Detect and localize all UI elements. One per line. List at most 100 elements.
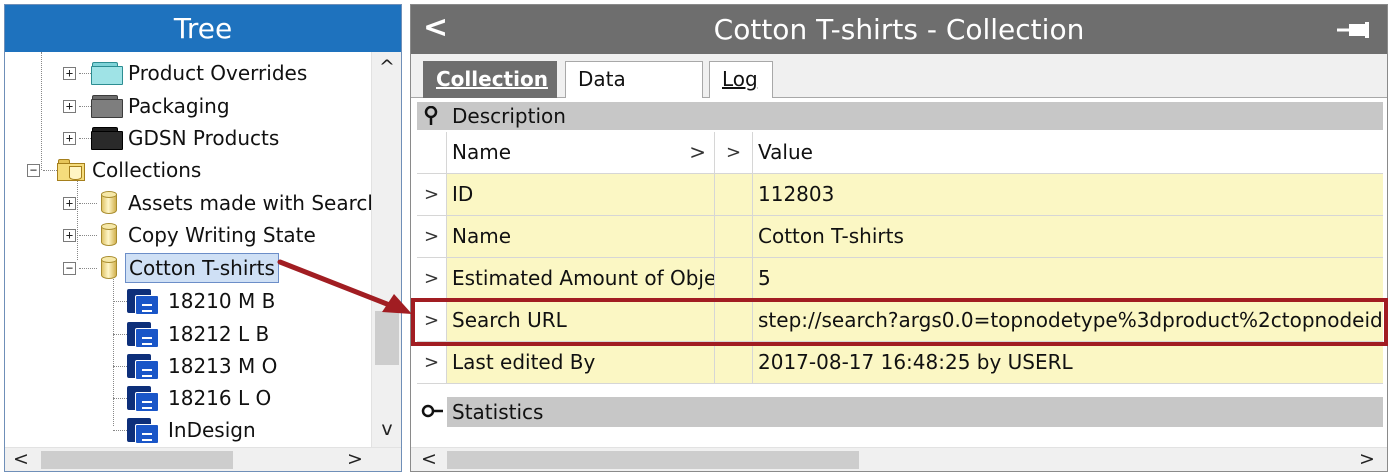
tree-connector-line — [113, 430, 127, 431]
tree-node-packaging[interactable]: Packaging — [91, 91, 233, 121]
tree-view[interactable]: + Product Overrides + Packaging + GDSN P… — [5, 52, 371, 447]
scroll-down-icon[interactable]: v — [372, 418, 402, 440]
row-separator-cell — [715, 258, 753, 299]
tree-node-label: Copy Writing State — [128, 223, 316, 247]
tree-vertical-scrollbar[interactable]: ^ v — [371, 52, 401, 447]
scroll-left-icon[interactable]: < — [11, 448, 31, 470]
tree-node-product[interactable]: 18213 M O — [127, 351, 280, 381]
scroll-right-icon[interactable]: > — [1357, 448, 1377, 470]
pin-icon[interactable] — [1337, 22, 1373, 38]
folder-black-icon — [91, 126, 123, 150]
tree-connector-line — [79, 73, 91, 74]
product-icon — [127, 416, 159, 444]
table-row[interactable]: > Last edited By 2017-08-17 16:48:25 by … — [417, 342, 1383, 384]
panel-title: Cotton T-shirts - Collection — [713, 13, 1085, 46]
property-value[interactable]: 5 — [753, 258, 1383, 299]
tree-node-label: 18216 L O — [168, 386, 272, 410]
column-header-label: Name — [452, 140, 512, 164]
column-sort-chevron-icon[interactable]: > — [689, 132, 706, 173]
tree-node-copy-writing-state[interactable]: Copy Writing State — [93, 220, 319, 250]
collapse-toggle-minus-icon[interactable]: − — [63, 262, 76, 275]
property-name: Estimated Amount of Obje... — [447, 258, 715, 299]
property-name: Search URL — [447, 300, 715, 341]
expand-toggle-plus-icon[interactable]: + — [63, 100, 76, 113]
table-row-search-url[interactable]: > Search URL step://search?args0.0=topno… — [417, 300, 1383, 342]
expand-toggle-plus-icon[interactable]: + — [63, 67, 76, 80]
folder-teal-icon — [91, 61, 123, 85]
pin-marker-icon — [424, 106, 438, 125]
row-expand-chevron-icon[interactable]: > — [417, 258, 447, 299]
tree-node-label: Product Overrides — [128, 61, 308, 85]
expand-toggle-plus-icon[interactable]: + — [63, 132, 76, 145]
table-row[interactable]: > Estimated Amount of Obje... 5 — [417, 258, 1383, 300]
collapsed-pin-icon — [421, 404, 443, 418]
tree-connector-line — [113, 398, 127, 399]
tree-node-label: Assets made with Search — [128, 191, 371, 215]
section-title: Statistics — [452, 400, 544, 424]
row-separator-cell — [715, 342, 753, 383]
tree-node-collections[interactable]: Collections — [57, 155, 204, 185]
tree-node-label: InDesign — [168, 418, 256, 442]
folder-gray-icon — [91, 94, 123, 118]
tab-bar: Collection Data Profile Log — [411, 54, 1387, 125]
property-name: ID — [447, 174, 715, 215]
tree-connector-line — [113, 366, 127, 367]
tab-log[interactable]: Log — [709, 61, 773, 98]
tree-node-gdsn-products[interactable]: GDSN Products — [91, 123, 282, 153]
property-value[interactable]: step://search?args0.0=topnodetype%3dprod… — [753, 300, 1383, 341]
collection-editor-panel: < Cotton T-shirts - Collection Collectio… — [410, 4, 1388, 472]
row-separator-cell — [715, 174, 753, 215]
scroll-thumb[interactable] — [447, 451, 859, 469]
tree-connector-line — [79, 106, 91, 107]
tree-horizontal-scrollbar[interactable]: < > — [5, 447, 401, 471]
row-expand-chevron-icon[interactable]: > — [417, 174, 447, 215]
collection-cylinder-icon — [97, 254, 121, 282]
expand-toggle-plus-icon[interactable]: + — [63, 197, 76, 210]
panel-horizontal-scrollbar[interactable]: < > — [411, 447, 1387, 471]
description-section-header[interactable]: Description — [417, 102, 1383, 130]
tree-node-label: Collections — [92, 158, 202, 182]
tree-node-label: 18212 L B — [168, 322, 270, 346]
tree-node-product[interactable]: 18216 L O — [127, 383, 274, 413]
tree-header: Tree — [5, 5, 401, 52]
product-icon — [127, 320, 159, 348]
annotation-arrow — [277, 259, 412, 314]
scroll-up-icon[interactable]: ^ — [372, 56, 402, 78]
tree-node-product[interactable]: InDesign — [127, 415, 259, 445]
column-header-value[interactable]: Value — [753, 132, 1383, 173]
scroll-left-icon[interactable]: < — [419, 448, 439, 470]
tab-collection[interactable]: Collection — [423, 61, 557, 98]
statistics-section-header[interactable]: Statistics — [417, 397, 1383, 427]
scroll-thumb[interactable] — [41, 451, 233, 469]
row-expand-chevron-icon[interactable]: > — [417, 216, 447, 257]
table-row[interactable]: > Name Cotton T-shirts — [417, 216, 1383, 258]
scroll-right-icon[interactable]: > — [345, 448, 365, 470]
section-title: Description — [452, 104, 566, 128]
column-header-name[interactable]: Name > — [447, 132, 715, 173]
row-expand-chevron-icon[interactable]: > — [417, 300, 447, 341]
tree-node-product[interactable]: 18212 L B — [127, 319, 272, 349]
tree-node-product-overrides[interactable]: Product Overrides — [91, 58, 310, 88]
tree-connector-line — [43, 170, 57, 171]
collapse-toggle-minus-icon[interactable]: − — [27, 164, 40, 177]
tab-data-profile[interactable]: Data Profile — [565, 61, 703, 125]
table-row[interactable]: > ID 112803 — [417, 174, 1383, 216]
back-arrow-icon[interactable]: < — [423, 13, 448, 43]
tree-connector-line — [77, 180, 78, 260]
tree-node-assets-made-with-search[interactable]: Assets made with Search — [93, 188, 371, 218]
property-name: Last edited By — [447, 342, 715, 383]
expand-toggle-plus-icon[interactable]: + — [63, 229, 76, 242]
row-expand-chevron-icon[interactable]: > — [417, 342, 447, 383]
tree-node-label-selected: Cotton T-shirts — [125, 253, 279, 283]
tree-node-label: 18210 M B — [168, 289, 276, 313]
tree-connector-line — [41, 52, 42, 170]
property-value[interactable]: Cotton T-shirts — [753, 216, 1383, 257]
tree-connector-line — [113, 334, 127, 335]
property-value[interactable]: 112803 — [753, 174, 1383, 215]
tree-node-product[interactable]: 18210 M B — [127, 286, 278, 316]
header-spacer — [417, 132, 447, 173]
column-chevron-icon[interactable]: > — [715, 132, 753, 173]
property-value[interactable]: 2017-08-17 16:48:25 by USERL — [753, 342, 1383, 383]
tree-node-cotton-t-shirts[interactable]: Cotton T-shirts — [93, 253, 279, 283]
tree-connector-line — [113, 301, 127, 302]
